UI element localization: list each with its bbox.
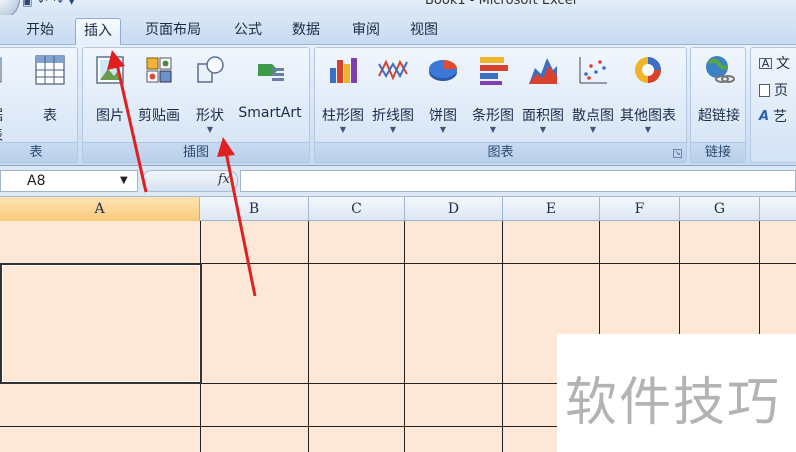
area-chart-icon [529, 58, 557, 84]
pivot-table-button[interactable]: 据 表 [0, 54, 11, 144]
line-chart-icon [378, 59, 408, 81]
window-title: Book1 - Microsoft Excel [425, 0, 577, 8]
watermark-text: 软件技巧 [565, 373, 782, 433]
bar-chart-icon [480, 57, 508, 85]
other-charts-icon [635, 57, 661, 83]
scatter-chart-dropdown-icon[interactable]: ▼ [568, 125, 618, 134]
area-chart-dropdown-icon[interactable]: ▼ [518, 125, 568, 134]
links-group: 超链接 链接 [690, 47, 746, 163]
title-bar: ▣ ↶ ↷ ▾ Book1 - Microsoft Excel [0, 0, 796, 20]
bar-chart-dropdown-icon[interactable]: ▼ [468, 125, 518, 134]
tab-formulas[interactable]: 公式 [226, 18, 270, 45]
table-icon [35, 55, 65, 85]
wordart-button[interactable]: A 艺 [759, 106, 787, 126]
shapes-icon [197, 56, 224, 83]
redo-icon[interactable]: ↷ [54, 0, 63, 7]
column-header-d[interactable]: D [405, 197, 503, 221]
ribbon-tab-bar: 开始 插入 页面布局 公式 数据 审阅 视图 [0, 15, 796, 46]
charts-group: 柱形图 ▼ 折线图 ▼ 饼图 ▼ 条形图 ▼ 面积图 ▼ 散点图 ▼ 其他图表 … [314, 47, 687, 163]
tables-group-label: 表 [0, 142, 77, 162]
line-chart-dropdown-icon[interactable]: ▼ [368, 125, 418, 134]
illustrations-group: 图片 剪贴画 形状 ▼ SmartArt 插图 [82, 47, 310, 163]
grid-line [502, 221, 503, 452]
pivot-table-icon [0, 57, 2, 83]
textbox-icon: A [759, 57, 772, 69]
tab-home[interactable]: 开始 [18, 18, 62, 45]
ribbon: 据 表 表 表 [0, 45, 796, 166]
header-footer-icon [759, 83, 770, 97]
formula-input[interactable] [240, 170, 796, 192]
tab-page-layout[interactable]: 页面布局 [137, 18, 209, 45]
other-charts-dropdown-icon[interactable]: ▼ [623, 125, 673, 134]
textbox-button[interactable]: A 文 [759, 53, 790, 73]
pie-chart-dropdown-icon[interactable]: ▼ [418, 125, 468, 134]
tables-group: 据 表 表 表 [0, 47, 78, 163]
insert-function-button[interactable]: fx [218, 172, 230, 187]
illustrations-group-label: 插图 [83, 142, 309, 162]
column-header-b[interactable]: B [200, 197, 309, 221]
scatter-chart-icon [579, 57, 607, 84]
watermark-box: 软件技巧 [557, 334, 796, 452]
header-footer-button[interactable]: 页 [759, 80, 788, 100]
textbox-label: 文 [776, 56, 790, 72]
undo-icon[interactable]: ↶ [38, 0, 47, 7]
shapes-label: 形状 [196, 108, 224, 124]
tab-view[interactable]: 视图 [402, 18, 446, 45]
column-chart-icon [330, 58, 357, 83]
text-group: A 文 页 A 艺 [750, 47, 796, 163]
charts-group-label: 图表 [315, 142, 686, 162]
table-button[interactable]: 表 [25, 54, 75, 136]
column-chart-dropdown-icon[interactable]: ▼ [318, 125, 368, 134]
formula-bar: A8 ▼ fx [0, 166, 796, 197]
pivot-label-top: 据 [0, 105, 3, 125]
tab-review[interactable]: 审阅 [344, 18, 388, 45]
smartart-label: SmartArt [238, 105, 302, 121]
tab-insert[interactable]: 插入 [75, 18, 121, 46]
other-charts-button[interactable]: 其他图表 ▼ [620, 54, 676, 136]
pie-chart-icon [429, 60, 457, 81]
column-header-row: A B C D E F G [0, 197, 796, 221]
excel-window: ▣ ↶ ↷ ▾ Book1 - Microsoft Excel 开始 插入 页面… [0, 0, 796, 452]
picture-icon [96, 56, 124, 84]
tab-data[interactable]: 数据 [284, 18, 328, 45]
column-header-a[interactable]: A [0, 197, 200, 221]
links-group-label: 链接 [691, 142, 745, 162]
shapes-dropdown-icon[interactable]: ▼ [185, 125, 235, 134]
column-header-e[interactable]: E [503, 197, 600, 221]
clipart-icon [146, 57, 172, 83]
scatter-chart-button[interactable]: 散点图 ▼ [568, 54, 618, 136]
save-icon[interactable]: ▣ [22, 0, 32, 7]
shapes-button[interactable]: 形状 ▼ [185, 54, 235, 136]
name-box[interactable]: A8 [0, 170, 138, 192]
active-cell-a8[interactable] [0, 263, 202, 384]
table-button-label: 表 [43, 108, 57, 124]
wordart-label: 艺 [773, 109, 788, 125]
grid-line [404, 221, 405, 452]
column-header-c[interactable]: C [309, 197, 405, 221]
hyperlink-label: 超链接 [698, 108, 740, 124]
smartart-button[interactable]: SmartArt [238, 54, 302, 136]
qat-dropdown-icon[interactable]: ▾ [69, 0, 75, 7]
header-footer-label: 页 [774, 83, 788, 99]
smartart-icon [258, 64, 284, 81]
column-header-h-partial[interactable] [760, 197, 796, 221]
hyperlink-button[interactable]: 超链接 [694, 54, 744, 136]
charts-dialog-launcher-icon[interactable]: ↘ [673, 149, 682, 158]
quick-access-toolbar: ▣ ↶ ↷ ▾ [22, 0, 74, 8]
name-box-dropdown-icon[interactable]: ▼ [120, 175, 128, 186]
grid-line [308, 221, 309, 452]
column-header-f[interactable]: F [600, 197, 680, 221]
hyperlink-icon [706, 56, 735, 83]
column-header-g[interactable]: G [680, 197, 760, 221]
wordart-icon: A [759, 108, 770, 124]
other-charts-label: 其他图表 [620, 108, 676, 124]
